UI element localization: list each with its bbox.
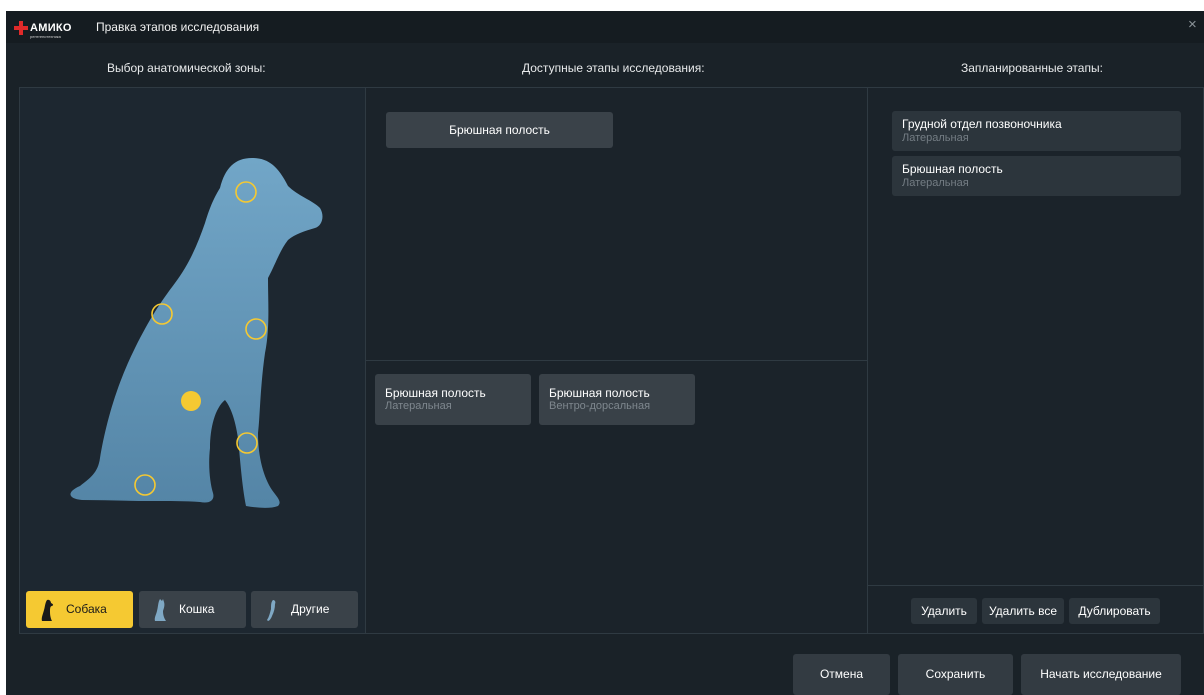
animal-button-cat[interactable]: Кошка xyxy=(139,591,246,628)
stage-title: Брюшная полость xyxy=(549,386,650,400)
zone-tile-abdomen[interactable]: Брюшная полость xyxy=(386,112,613,148)
cat-icon xyxy=(154,599,166,621)
close-icon[interactable]: × xyxy=(1188,17,1202,33)
bird-icon xyxy=(267,600,276,621)
divider xyxy=(868,585,1203,586)
delete-button[interactable]: Удалить xyxy=(911,598,977,624)
title-bar: АМИКО рентгенотехника Правка этапов иссл… xyxy=(6,11,1204,43)
logo-cross-icon xyxy=(14,21,28,35)
planned-stages-header: Запланированные этапы: xyxy=(961,61,1103,75)
stage-editor-window: АМИКО рентгенотехника Правка этапов иссл… xyxy=(6,11,1204,695)
logo-text: АМИКО xyxy=(30,22,72,34)
stage-title: Брюшная полость xyxy=(385,386,486,400)
available-stage-card[interactable]: Брюшная полость Латеральная xyxy=(375,374,531,425)
save-button[interactable]: Сохранить xyxy=(898,654,1013,695)
available-stages-header: Доступные этапы исследования: xyxy=(522,61,705,75)
logo-subtext: рентгенотехника xyxy=(30,34,61,39)
planned-stage-item[interactable]: Грудной отдел позвоночника Латеральная xyxy=(892,111,1181,151)
planned-projection: Латеральная xyxy=(902,132,969,144)
start-examination-button[interactable]: Начать исследование xyxy=(1021,654,1181,695)
amiko-logo: АМИКО рентгенотехника xyxy=(14,21,84,39)
animal-label-other: Другие xyxy=(291,602,330,616)
anatomy-panel: Собака Кошка Другие xyxy=(19,87,366,634)
duplicate-button[interactable]: Дублировать xyxy=(1069,598,1160,624)
dog-silhouette xyxy=(70,158,323,508)
stage-projection: Латеральная xyxy=(385,400,452,412)
divider xyxy=(366,360,867,361)
animal-label-dog: Собака xyxy=(66,602,107,616)
planned-projection: Латеральная xyxy=(902,177,969,189)
available-stage-card[interactable]: Брюшная полость Вентро-дорсальная xyxy=(539,374,695,425)
window-title: Правка этапов исследования xyxy=(96,20,260,34)
delete-all-button[interactable]: Удалить все xyxy=(982,598,1064,624)
animal-button-dog[interactable]: Собака xyxy=(26,591,133,628)
animal-label-cat: Кошка xyxy=(179,602,215,616)
available-stages-panel: Брюшная полость Брюшная полость Латераль… xyxy=(365,87,868,634)
animal-button-other[interactable]: Другие xyxy=(251,591,358,628)
dog-anatomy-illustration xyxy=(70,158,323,508)
anatomy-zone-header: Выбор анатомической зоны: xyxy=(107,61,266,75)
cancel-button[interactable]: Отмена xyxy=(793,654,890,695)
stage-projection: Вентро-дорсальная xyxy=(549,400,651,412)
planned-title: Брюшная полость xyxy=(902,162,1003,176)
zone-marker-abdomen[interactable] xyxy=(181,391,201,411)
dog-icon xyxy=(41,599,54,621)
planned-stage-item[interactable]: Брюшная полость Латеральная xyxy=(892,156,1181,196)
planned-stages-panel: Грудной отдел позвоночника Латеральная Б… xyxy=(867,87,1204,634)
planned-title: Грудной отдел позвоночника xyxy=(902,117,1062,131)
